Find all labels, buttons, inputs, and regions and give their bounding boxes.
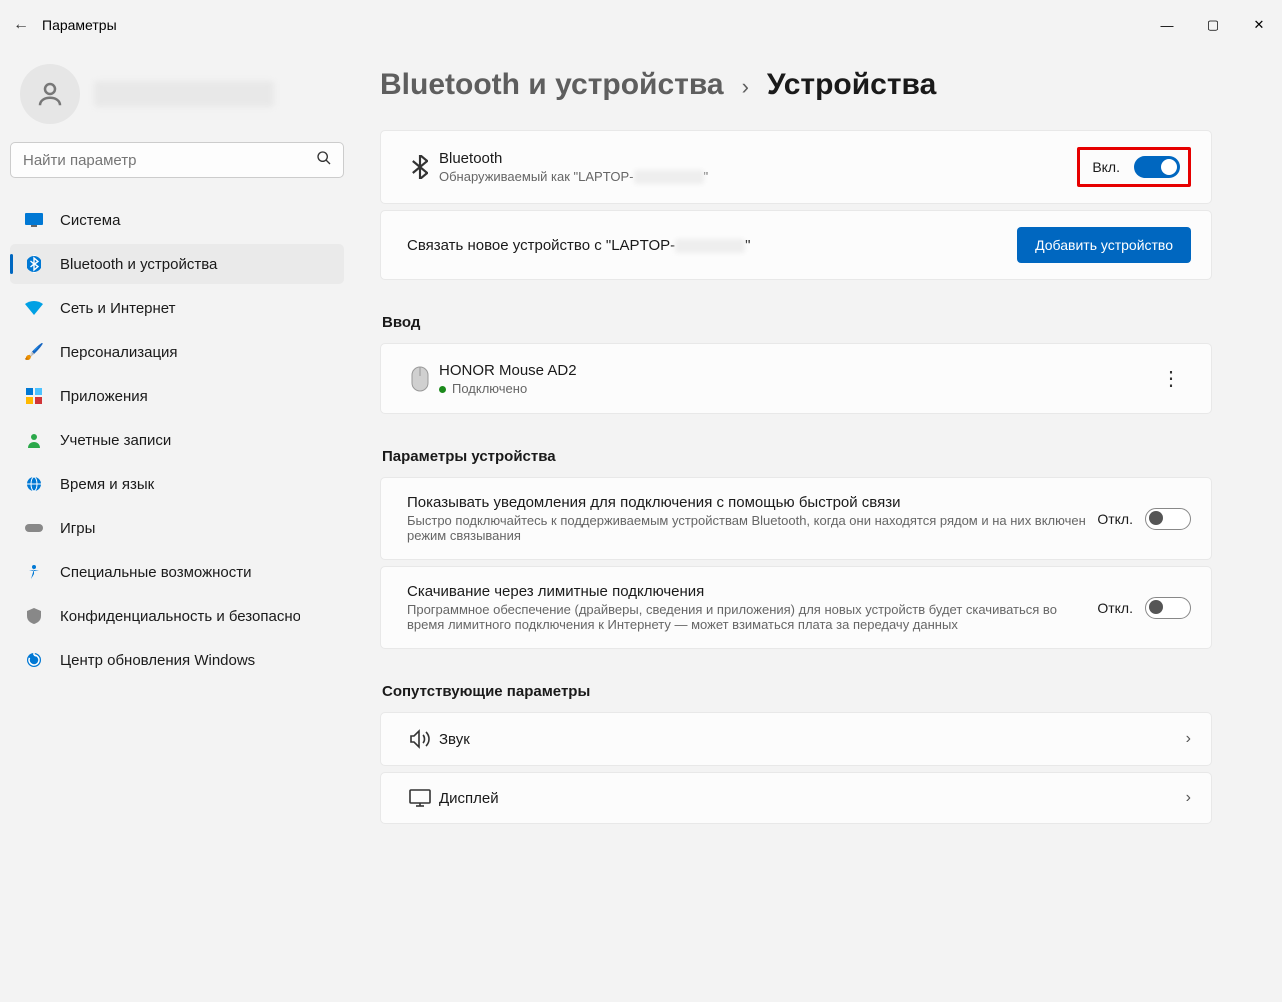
sidebar-item-label: Персонализация: [60, 344, 178, 361]
account-name-redacted: [94, 81, 274, 107]
sidebar-item-accessibility[interactable]: Специальные возможности: [10, 552, 344, 592]
section-input: Ввод: [382, 314, 1212, 331]
sidebar-item-gaming[interactable]: Игры: [10, 508, 344, 548]
bluetooth-icon: [401, 155, 439, 179]
bluetooth-card: Bluetooth Обнаруживаемый как "LAPTOP-" В…: [380, 130, 1212, 204]
minimize-button[interactable]: —: [1144, 9, 1190, 41]
display-label: Дисплей: [439, 790, 1186, 807]
search-input[interactable]: [10, 142, 344, 178]
wifi-icon: [20, 301, 48, 315]
apps-icon: [20, 388, 48, 404]
close-button[interactable]: ✕: [1236, 9, 1282, 41]
fast-pair-desc: Быстро подключайтесь к поддерживаемым ус…: [407, 513, 1097, 543]
sidebar-item-update[interactable]: Центр обновления Windows: [10, 640, 344, 680]
back-button[interactable]: ←: [0, 16, 42, 34]
chevron-right-icon: ›: [742, 74, 749, 100]
breadcrumb: Bluetooth и устройства › Устройства: [380, 68, 1212, 102]
globe-icon: [20, 476, 48, 492]
sidebar-item-label: Время и язык: [60, 476, 154, 493]
sidebar-item-label: Учетные записи: [60, 432, 171, 449]
pair-card: Связать новое устройство с "LAPTOP-" Доб…: [380, 210, 1212, 280]
more-button[interactable]: ⋮: [1151, 360, 1191, 397]
sidebar-item-privacy[interactable]: Конфиденциальность и безопасность: [10, 596, 344, 636]
sidebar-item-bluetooth[interactable]: Bluetooth и устройства: [10, 244, 344, 284]
update-icon: [20, 652, 48, 668]
sidebar: Система Bluetooth и устройства Сеть и Ин…: [0, 50, 358, 1002]
maximize-button[interactable]: ▢: [1190, 9, 1236, 41]
person-icon: [20, 432, 48, 448]
fast-pair-card: Показывать уведомления для подключения с…: [380, 477, 1212, 560]
sidebar-item-label: Игры: [60, 520, 95, 537]
gamepad-icon: [20, 522, 48, 534]
brush-icon: 🖌️: [20, 342, 48, 362]
search-icon: [316, 150, 332, 170]
sound-label: Звук: [439, 731, 1186, 748]
fast-pair-title: Показывать уведомления для подключения с…: [407, 494, 1097, 511]
toggle-label: Откл.: [1097, 511, 1133, 527]
speaker-icon: [401, 729, 439, 749]
titlebar: ← Параметры — ▢ ✕: [0, 0, 1282, 50]
pair-text: Связать новое устройство с "LAPTOP-": [407, 237, 1017, 254]
fast-pair-toggle[interactable]: [1145, 508, 1191, 530]
bluetooth-icon: [20, 255, 48, 273]
sound-link[interactable]: Звук ›: [380, 712, 1212, 766]
main-content: Bluetooth и устройства › Устройства Blue…: [358, 50, 1282, 1002]
metered-card: Скачивание через лимитные подключения Пр…: [380, 566, 1212, 649]
mouse-icon: [401, 366, 439, 392]
device-status: Подключено: [439, 381, 1151, 396]
monitor-icon: [20, 213, 48, 227]
sidebar-item-label: Bluetooth и устройства: [60, 256, 217, 273]
bluetooth-toggle[interactable]: [1134, 156, 1180, 178]
account-block[interactable]: [10, 58, 344, 142]
sidebar-item-label: Специальные возможности: [60, 564, 252, 581]
sidebar-item-time-language[interactable]: Время и язык: [10, 464, 344, 504]
section-device-params: Параметры устройства: [382, 448, 1212, 465]
toggle-label: Вкл.: [1092, 159, 1120, 175]
bluetooth-title: Bluetooth: [439, 150, 1077, 167]
bluetooth-toggle-highlight: Вкл.: [1077, 147, 1191, 187]
sidebar-item-apps[interactable]: Приложения: [10, 376, 344, 416]
section-related: Сопутствующие параметры: [382, 683, 1212, 700]
sidebar-item-label: Конфиденциальность и безопасность: [60, 608, 300, 625]
bluetooth-subtitle: Обнаруживаемый как "LAPTOP-": [439, 169, 1077, 185]
metered-desc: Программное обеспечение (драйверы, сведе…: [407, 602, 1097, 632]
avatar: [20, 64, 80, 124]
display-icon: [401, 789, 439, 807]
metered-toggle[interactable]: [1145, 597, 1191, 619]
add-device-button[interactable]: Добавить устройство: [1017, 227, 1191, 263]
display-link[interactable]: Дисплей ›: [380, 772, 1212, 824]
sidebar-item-label: Сеть и Интернет: [60, 300, 176, 317]
sidebar-item-accounts[interactable]: Учетные записи: [10, 420, 344, 460]
window-title: Параметры: [42, 17, 117, 33]
device-name: HONOR Mouse AD2: [439, 362, 1151, 379]
sidebar-item-network[interactable]: Сеть и Интернет: [10, 288, 344, 328]
chevron-right-icon: ›: [1186, 730, 1191, 748]
metered-title: Скачивание через лимитные подключения: [407, 583, 1097, 600]
breadcrumb-parent[interactable]: Bluetooth и устройства: [380, 68, 724, 102]
search-box: [10, 142, 344, 178]
sidebar-item-system[interactable]: Система: [10, 200, 344, 240]
sidebar-item-label: Центр обновления Windows: [60, 652, 255, 669]
sidebar-item-label: Система: [60, 212, 120, 229]
toggle-label: Откл.: [1097, 600, 1133, 616]
mouse-card[interactable]: HONOR Mouse AD2 Подключено ⋮: [380, 343, 1212, 414]
page-title: Устройства: [767, 68, 936, 102]
accessibility-icon: [20, 564, 48, 580]
chevron-right-icon: ›: [1186, 789, 1191, 807]
sidebar-item-label: Приложения: [60, 388, 148, 405]
nav-list: Система Bluetooth и устройства Сеть и Ин…: [10, 200, 344, 680]
sidebar-item-personalization[interactable]: 🖌️ Персонализация: [10, 332, 344, 372]
shield-icon: [20, 608, 48, 624]
